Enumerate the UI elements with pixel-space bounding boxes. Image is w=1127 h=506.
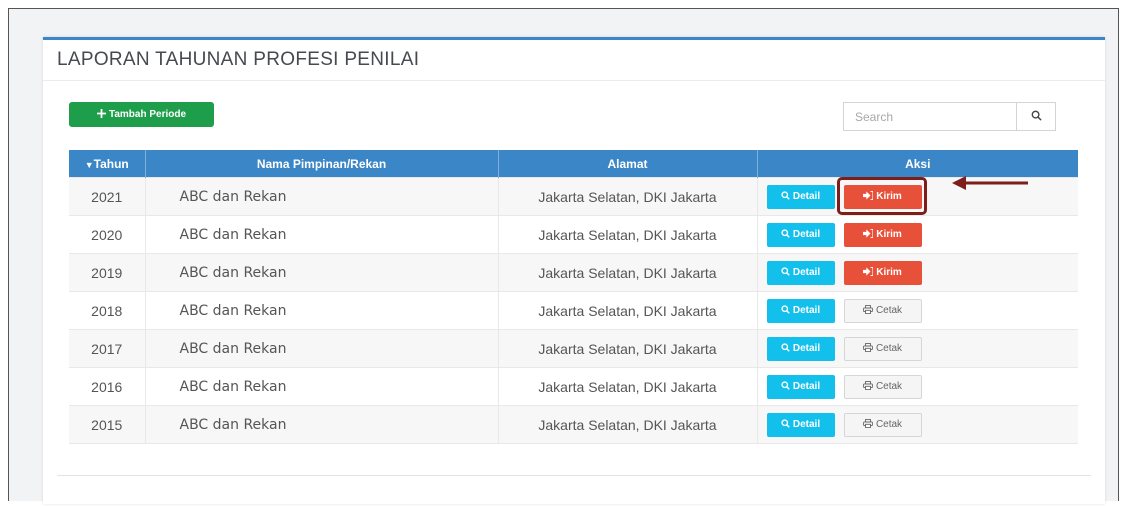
add-period-button[interactable]: Tambah Periode — [69, 102, 214, 127]
report-panel: LAPORAN TAHUNAN PROFESI PENILAI Tambah P… — [43, 37, 1105, 504]
sign-in-icon — [863, 266, 874, 279]
kirim-button[interactable]: Kirim — [843, 184, 922, 209]
kirim-label: Kirim — [876, 191, 902, 202]
year-cell: 2019 — [69, 253, 146, 292]
actions-cell: Detail Kirim — [757, 215, 1078, 254]
sort-down-triangle-icon: ▼ — [84, 159, 94, 170]
detail-button[interactable]: Detail — [766, 336, 835, 361]
actions-cell: Detail Cetak — [757, 405, 1078, 444]
magnifier-icon — [1031, 108, 1042, 126]
search-button[interactable] — [1016, 103, 1055, 130]
actions-cell: Detail Cetak — [757, 291, 1078, 330]
printer-icon — [863, 304, 873, 317]
year-cell: 2017 — [69, 329, 146, 368]
name-cell: ABC dan Rekan — [145, 405, 499, 444]
year-cell: 2020 — [69, 215, 146, 254]
kirim-label: Kirim — [876, 267, 902, 278]
printer-icon — [863, 418, 873, 431]
actions-cell: Detail Cetak — [757, 367, 1078, 406]
search-input[interactable] — [844, 103, 1016, 130]
magnifier-icon — [781, 266, 790, 279]
bottom-divider — [57, 475, 1091, 476]
actions-cell: Detail Cetak — [757, 329, 1078, 368]
page-title: LAPORAN TAHUNAN PROFESI PENILAI — [57, 49, 420, 70]
name-cell: ABC dan Rekan — [145, 253, 499, 292]
address-cell: Jakarta Selatan, DKI Jakarta — [498, 291, 758, 330]
detail-button[interactable]: Detail — [766, 222, 835, 247]
detail-button[interactable]: Detail — [766, 374, 835, 399]
kirim-highlight-wrap: Kirim — [836, 176, 927, 215]
cetak-label: Cetak — [875, 419, 903, 430]
magnifier-icon — [781, 418, 790, 431]
detail-label: Detail — [792, 343, 821, 354]
year-cell: 2018 — [69, 291, 146, 330]
detail-label: Detail — [792, 305, 821, 316]
detail-button[interactable]: Detail — [766, 260, 835, 285]
detail-button[interactable]: Detail — [766, 298, 835, 323]
search-box — [843, 102, 1056, 131]
cetak-button[interactable]: Cetak — [843, 374, 922, 399]
screenshot-frame: LAPORAN TAHUNAN PROFESI PENILAI Tambah P… — [8, 8, 1119, 504]
table-row: 2020 ABC dan Rekan Jakarta Selatan, DKI … — [69, 215, 1078, 254]
kirim-button[interactable]: Kirim — [843, 260, 922, 285]
table-row: 2015 ABC dan Rekan Jakarta Selatan, DKI … — [69, 405, 1078, 444]
column-header-year[interactable]: ▼Tahun — [69, 150, 146, 178]
printer-icon — [863, 380, 873, 393]
detail-label: Detail — [792, 229, 821, 240]
address-cell: Jakarta Selatan, DKI Jakarta — [498, 253, 758, 292]
add-period-label: Tambah Periode — [108, 109, 187, 120]
address-cell: Jakarta Selatan, DKI Jakarta — [498, 329, 758, 368]
cetak-button[interactable]: Cetak — [843, 298, 922, 323]
year-cell: 2016 — [69, 367, 146, 406]
name-cell: ABC dan Rekan — [145, 215, 499, 254]
kirim-button[interactable]: Kirim — [843, 222, 922, 247]
year-cell: 2021 — [69, 177, 146, 216]
table-row: 2016 ABC dan Rekan Jakarta Selatan, DKI … — [69, 367, 1078, 406]
column-header-name[interactable]: Nama Pimpinan/Rekan — [145, 150, 499, 178]
year-cell: 2015 — [69, 405, 146, 444]
sign-in-icon — [863, 190, 874, 203]
table-row: 2018 ABC dan Rekan Jakarta Selatan, DKI … — [69, 291, 1078, 330]
table-row: 2017 ABC dan Rekan Jakarta Selatan, DKI … — [69, 329, 1078, 368]
detail-label: Detail — [792, 381, 821, 392]
actions-cell: Detail Kirim — [757, 253, 1078, 292]
name-cell: ABC dan Rekan — [145, 177, 499, 216]
cetak-button[interactable]: Cetak — [843, 336, 922, 361]
address-cell: Jakarta Selatan, DKI Jakarta — [498, 177, 758, 216]
kirim-label: Kirim — [876, 229, 902, 240]
detail-label: Detail — [792, 419, 821, 430]
detail-button[interactable]: Detail — [766, 412, 835, 437]
cetak-label: Cetak — [875, 381, 903, 392]
magnifier-icon — [781, 304, 790, 317]
cetak-label: Cetak — [875, 343, 903, 354]
magnifier-icon — [781, 380, 790, 393]
detail-label: Detail — [792, 267, 821, 278]
callout-arrow-icon — [952, 176, 1028, 190]
magnifier-icon — [781, 228, 790, 241]
address-cell: Jakarta Selatan, DKI Jakarta — [498, 215, 758, 254]
table-header-row: ▼Tahun Nama Pimpinan/Rekan Alamat Aksi — [69, 150, 1078, 178]
sign-in-icon — [863, 228, 874, 241]
detail-label: Detail — [792, 191, 821, 202]
column-header-address[interactable]: Alamat — [498, 150, 758, 178]
plus-icon — [96, 108, 106, 121]
magnifier-icon — [781, 342, 790, 355]
table-row: 2021 ABC dan Rekan Jakarta Selatan, DKI … — [69, 176, 1078, 216]
cetak-button[interactable]: Cetak — [843, 412, 922, 437]
printer-icon — [863, 342, 873, 355]
report-table: ▼Tahun Nama Pimpinan/Rekan Alamat Aksi 2… — [69, 150, 1078, 444]
address-cell: Jakarta Selatan, DKI Jakarta — [498, 405, 758, 444]
magnifier-icon — [781, 190, 790, 203]
address-cell: Jakarta Selatan, DKI Jakarta — [498, 367, 758, 406]
detail-button[interactable]: Detail — [766, 184, 835, 209]
table-row: 2019 ABC dan Rekan Jakarta Selatan, DKI … — [69, 253, 1078, 292]
name-cell: ABC dan Rekan — [145, 367, 499, 406]
name-cell: ABC dan Rekan — [145, 291, 499, 330]
name-cell: ABC dan Rekan — [145, 329, 499, 368]
cetak-label: Cetak — [875, 305, 903, 316]
title-divider — [43, 80, 1105, 81]
